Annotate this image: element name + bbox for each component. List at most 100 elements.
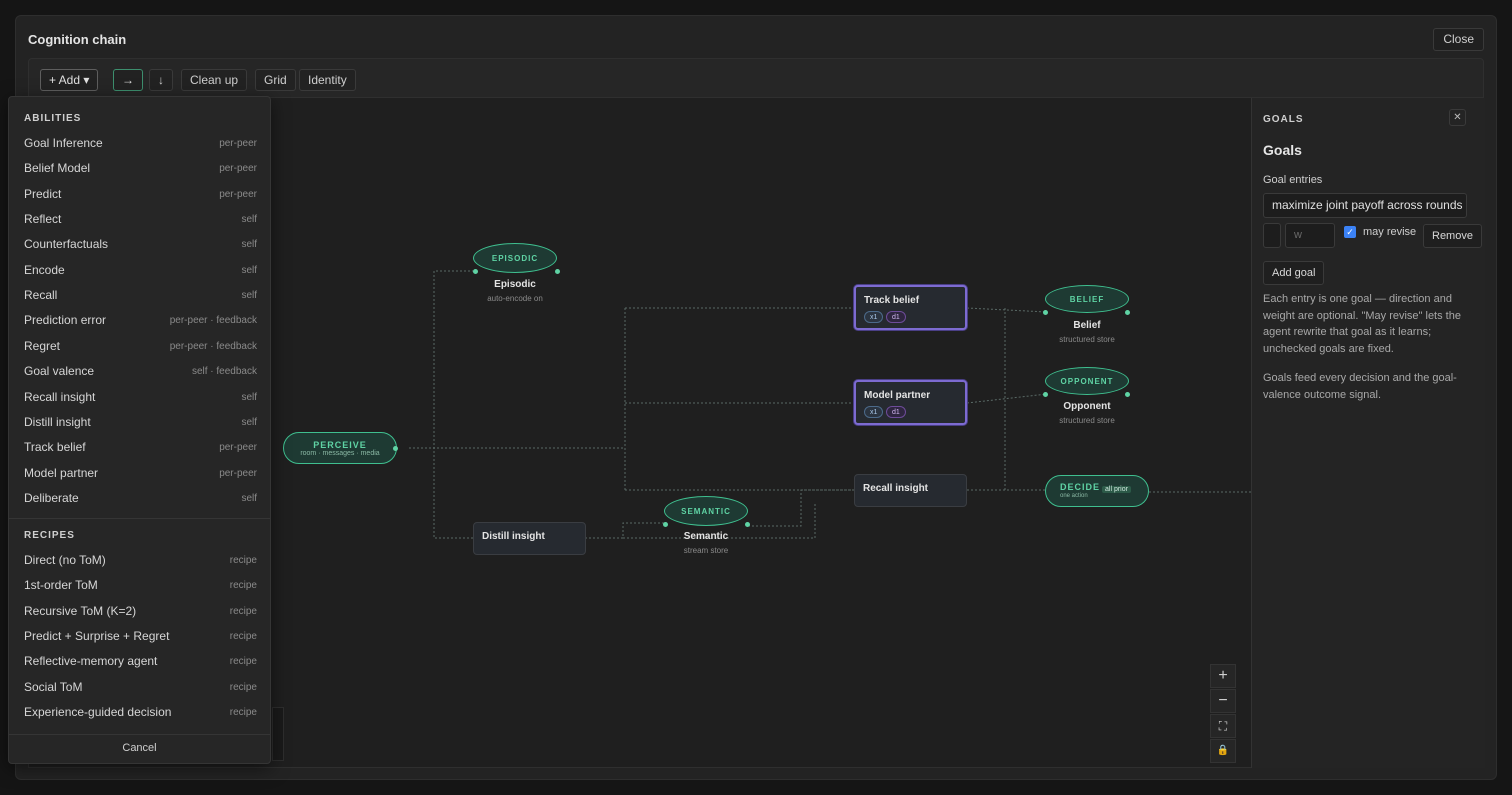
edge-model-opponent	[966, 393, 1048, 404]
distill-insight-label: Distill insight	[482, 531, 545, 542]
model-partner-node[interactable]: Model partner x1 d1	[854, 380, 967, 425]
recipe-item[interactable]: Experience-guided decision recipe	[24, 702, 257, 724]
lock-button[interactable]: 🔒	[1210, 739, 1236, 763]
edge-semantic-recall	[748, 489, 855, 527]
add-button[interactable]: + Add ▾	[40, 69, 99, 91]
opponent-store-node[interactable]: OPPONENT	[1045, 367, 1129, 395]
ability-item-name: Recall insight	[24, 389, 96, 404]
episodic-output-port[interactable]	[555, 269, 560, 274]
ability-item-tag: per-peer	[219, 163, 257, 175]
ability-item[interactable]: Model partner per-peer	[24, 463, 257, 485]
ability-item-tag: self	[241, 264, 257, 276]
opponent-output-port[interactable]	[1125, 392, 1130, 397]
goal-entries-label: Goal entries	[1263, 174, 1323, 186]
zoom-out-button[interactable]: −	[1210, 689, 1236, 713]
model-partner-chip-x: x1	[864, 406, 884, 418]
ability-item[interactable]: Predict per-peer	[24, 184, 257, 206]
recipe-item[interactable]: Predict + Surprise + Regret recipe	[24, 626, 257, 648]
ability-item[interactable]: Goal Inference per-peer	[24, 133, 257, 155]
perceive-node[interactable]: PERCEIVE room · messages · media	[283, 432, 397, 464]
fit-view-button[interactable]: ⛶	[1210, 714, 1236, 738]
decide-node[interactable]: DECIDE one action all prior	[1045, 475, 1149, 507]
cancel-button[interactable]: Cancel	[9, 742, 270, 754]
perceive-output-port[interactable]	[393, 446, 398, 451]
episodic-store-node[interactable]: EPISODIC	[473, 243, 557, 273]
goals-panel-close-button[interactable]: ✕	[1449, 109, 1466, 126]
recall-insight-node[interactable]: Recall insight	[854, 474, 967, 507]
goal-direction-field[interactable]	[1263, 223, 1281, 248]
recipe-item[interactable]: Recursive ToM (K=2) recipe	[24, 601, 257, 623]
ability-item-tag: self	[241, 416, 257, 428]
ability-item[interactable]: Distill insight self	[24, 412, 257, 434]
recipe-item[interactable]: Direct (no ToM) recipe	[24, 550, 257, 572]
ability-item[interactable]: Track belief per-peer	[24, 437, 257, 459]
ability-item[interactable]: Goal valence self · feedback	[24, 361, 257, 383]
ability-item[interactable]: Belief Model per-peer	[24, 158, 257, 180]
semantic-store-node[interactable]: SEMANTIC	[664, 496, 748, 526]
ability-item[interactable]: Prediction error per-peer · feedback	[24, 310, 257, 332]
semantic-input-port[interactable]	[663, 522, 668, 527]
goal-text-input[interactable]: maximize joint payoff across rounds	[1263, 193, 1467, 218]
ability-item-tag: self	[241, 492, 257, 504]
ability-item-name: Goal Inference	[24, 136, 103, 150]
may-revise-checkbox[interactable]: ✓	[1344, 226, 1356, 238]
clean-up-button[interactable]: Clean up	[181, 69, 248, 91]
identity-button[interactable]: Identity	[299, 69, 356, 91]
belief-sub: structured store	[1059, 335, 1115, 344]
belief-output-port[interactable]	[1125, 310, 1130, 315]
belief-store-node[interactable]: BELIEF	[1045, 285, 1129, 313]
may-revise-label: may revise	[1363, 226, 1417, 238]
ability-item-tag: self	[241, 214, 257, 226]
ability-item[interactable]: Recall self	[24, 285, 257, 307]
ability-item-name: Counterfactuals	[24, 237, 109, 252]
zoom-in-button[interactable]: +	[1210, 664, 1236, 688]
ability-item-tag: per-peer · feedback	[169, 315, 257, 327]
remove-goal-button[interactable]: Remove	[1423, 224, 1482, 248]
ability-item-tag: per-peer	[219, 442, 257, 454]
semantic-tag: SEMANTIC	[681, 507, 731, 516]
recipe-item[interactable]: Social ToM recipe	[24, 677, 257, 699]
episodic-sub: auto-encode on	[487, 294, 543, 303]
ability-item-tag: self	[241, 391, 257, 403]
ability-item-tag: per-peer	[219, 188, 257, 200]
edge-track-belief	[966, 307, 1048, 313]
episodic-tag: EPISODIC	[491, 254, 539, 263]
belief-input-port[interactable]	[1043, 310, 1048, 315]
recipe-item-name: Reflective-memory agent	[24, 654, 158, 669]
menu-divider-bottom	[9, 734, 270, 735]
recipe-item[interactable]: 1st-order ToM recipe	[24, 575, 257, 597]
episodic-input-port[interactable]	[473, 269, 478, 274]
direction-down-button[interactable]: ↓	[149, 69, 173, 91]
opponent-input-port[interactable]	[1043, 392, 1048, 397]
add-menu: ABILITIES Goal Inference per-peer Belief M…	[8, 96, 271, 764]
ability-item[interactable]: Deliberate self	[24, 488, 257, 510]
track-belief-node[interactable]: Track belief x1 d1	[854, 285, 967, 330]
ability-item-name: Reflect	[24, 212, 62, 227]
ability-item[interactable]: Recall insight self	[24, 387, 257, 409]
recipe-item[interactable]: Reflective-memory agent recipe	[24, 651, 257, 673]
perceive-sub: room · messages · media	[300, 450, 380, 457]
belief-caption: Belief	[1073, 320, 1101, 331]
add-goal-button[interactable]: Add goal	[1263, 261, 1325, 285]
recipe-item-tag: recipe	[229, 605, 257, 617]
ability-item[interactable]: Encode self	[24, 260, 257, 282]
recipe-item-name: Direct (no ToM)	[24, 553, 106, 567]
recipe-item-tag: recipe	[229, 555, 257, 566]
track-belief-label: Track belief	[864, 295, 920, 306]
goal-weight-input[interactable]: w	[1285, 223, 1335, 248]
recall-insight-label: Recall insight	[863, 483, 929, 494]
semantic-output-port[interactable]	[745, 522, 750, 527]
ability-item-name: Belief Model	[24, 161, 91, 176]
ability-item[interactable]: Counterfactuals self	[24, 234, 257, 256]
distill-insight-node[interactable]: Distill insight	[473, 522, 586, 555]
recipe-item-tag: recipe	[229, 656, 257, 668]
direction-right-button[interactable]: →	[113, 69, 143, 91]
ability-item-name: Deliberate	[24, 490, 79, 505]
grid-button[interactable]: Grid	[255, 69, 296, 91]
ability-item-tag: per-peer · feedback	[169, 340, 257, 352]
ability-item[interactable]: Regret per-peer · feedback	[24, 336, 257, 358]
ability-item[interactable]: Reflect self	[24, 209, 257, 231]
close-button[interactable]: Close	[1433, 28, 1484, 51]
ability-item-tag: self · feedback	[191, 366, 257, 378]
edge-hub-track	[624, 307, 855, 490]
